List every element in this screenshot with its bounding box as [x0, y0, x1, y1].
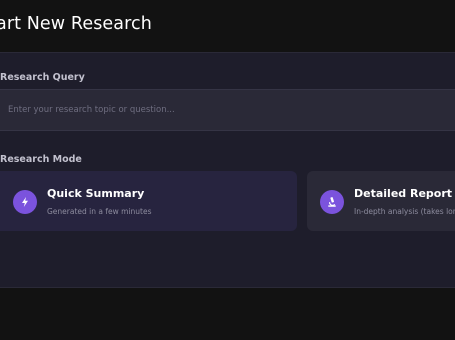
mode-card-quick-summary[interactable]: Quick Summary Generated in a few minutes	[0, 171, 297, 231]
page-title: art New Research	[0, 14, 152, 34]
research-mode-label: Research Mode	[0, 154, 82, 165]
mode-description: In-depth analysis (takes lon	[354, 207, 455, 216]
research-query-label: Research Query	[0, 72, 85, 83]
lightning-icon	[13, 190, 37, 214]
page: art New Research Research Query Research…	[0, 0, 455, 340]
research-form-panel	[0, 52, 455, 288]
mode-card-detailed-report[interactable]: Detailed Report In-depth analysis (takes…	[307, 171, 455, 231]
mode-description: Generated in a few minutes	[47, 207, 152, 216]
mode-title: Quick Summary	[47, 187, 145, 200]
microscope-icon	[320, 190, 344, 214]
mode-title: Detailed Report	[354, 187, 453, 200]
research-query-input[interactable]	[0, 89, 455, 131]
